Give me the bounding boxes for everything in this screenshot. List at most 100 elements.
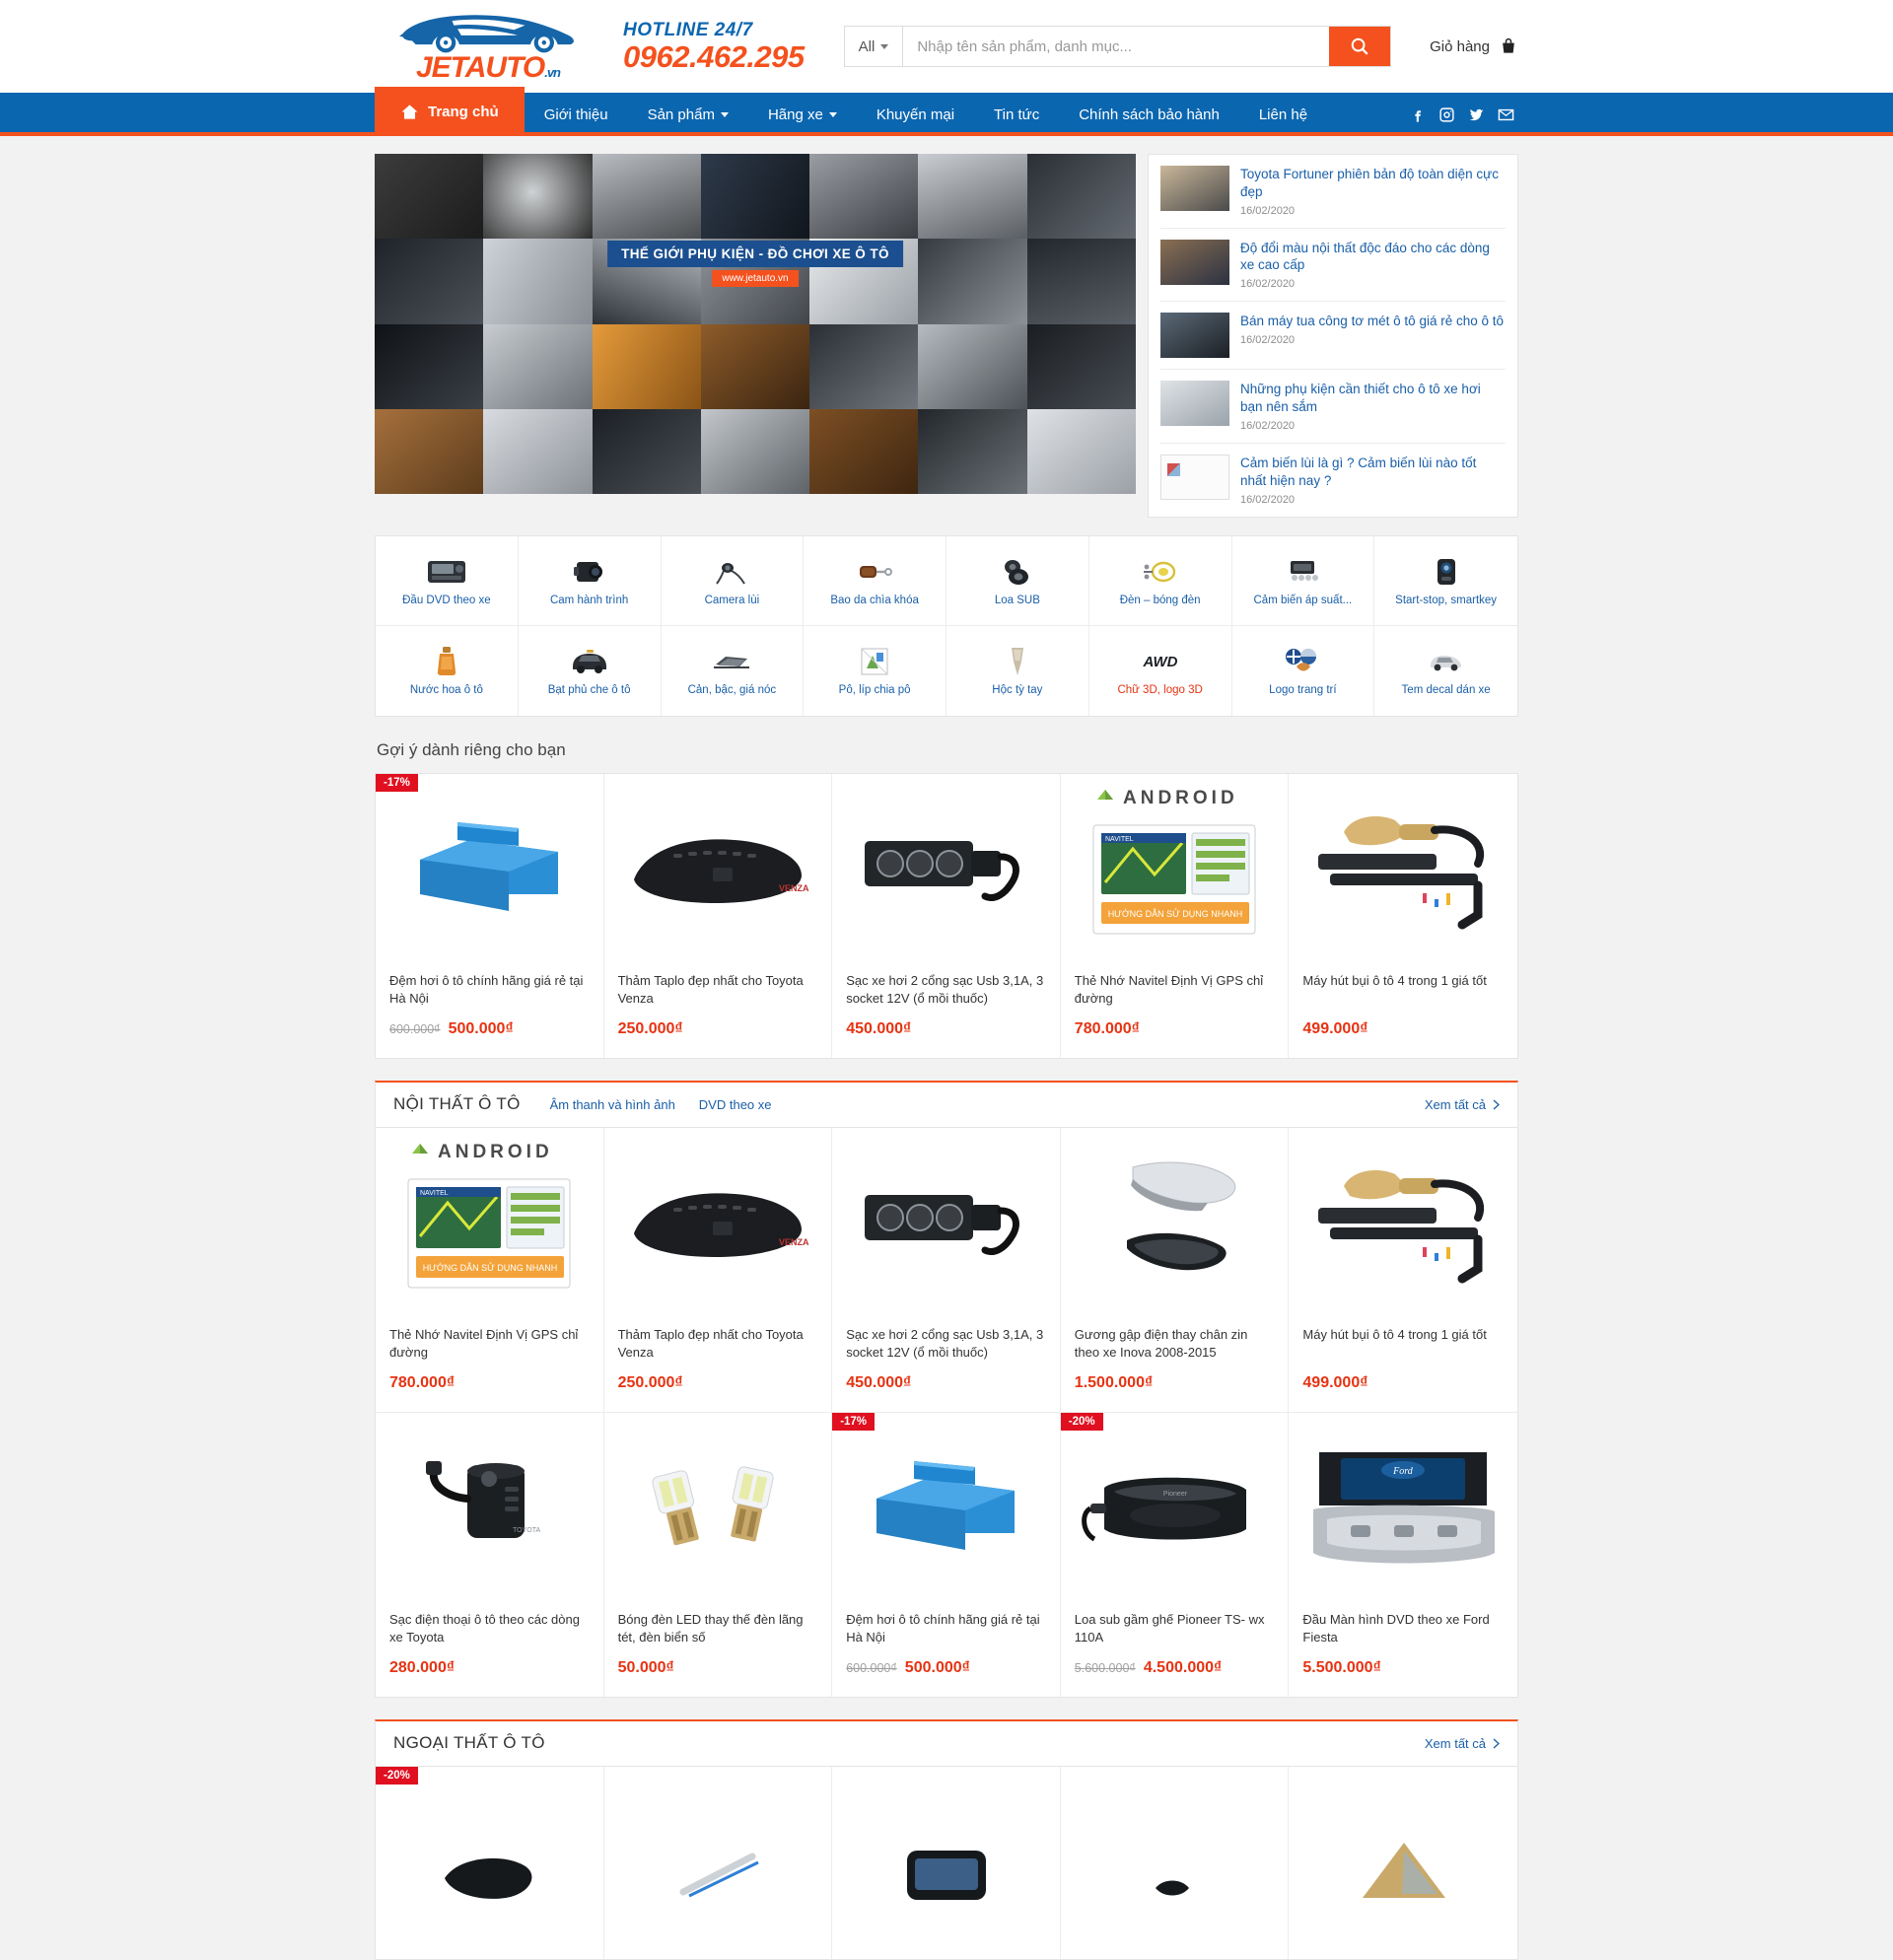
- product-image: [604, 1413, 832, 1605]
- email-icon[interactable]: [1498, 106, 1514, 123]
- product-card[interactable]: VENZA Thảm Taplo đẹp nhất cho Toyota Ven…: [604, 1127, 833, 1412]
- news-item[interactable]: Cảm biến lùi là gì ? Cảm biến lùi nào tố…: [1160, 444, 1506, 517]
- category-nuoc-hoa-o-to[interactable]: Nước hoa ô tô: [376, 625, 519, 716]
- search-scope-label: All: [858, 37, 876, 55]
- product-image: [1061, 1767, 1289, 1959]
- search-button[interactable]: [1328, 27, 1390, 66]
- category-start-stop-smartkey[interactable]: Start-stop, smartkey: [1374, 536, 1517, 626]
- product-name: Bóng đèn LED thay thế đèn lãng tét, đèn …: [617, 1611, 804, 1645]
- category-camera-lui[interactable]: Camera lùi: [661, 535, 805, 626]
- search-scope-select[interactable]: All: [844, 27, 904, 66]
- home-icon: [401, 104, 418, 119]
- category-dau-dvd-theo-xe[interactable]: Đầu DVD theo xe: [376, 535, 519, 626]
- category-chu-3d-logo-3d[interactable]: AWD Chữ 3D, logo 3D: [1089, 625, 1232, 716]
- product-old-price: 5.600.000₫: [1074, 1660, 1136, 1675]
- chevron-right-icon: [1493, 1738, 1500, 1748]
- category-label: Loa SUB: [994, 594, 1040, 606]
- news-item[interactable]: Độ đổi màu nội thất độc đáo cho các dòng…: [1160, 229, 1506, 303]
- category-cam-hanh-trinh[interactable]: Cam hành trình: [518, 535, 662, 626]
- product-name: Loa sub gầm ghế Pioneer TS- wx 110A: [1074, 1611, 1265, 1645]
- category-loa-sub[interactable]: Loa SUB: [946, 535, 1089, 626]
- hero-image-mosaic: [375, 154, 1136, 494]
- news-item[interactable]: Những phụ kiện cần thiết cho ô tô xe hơi…: [1160, 370, 1506, 444]
- gps-unit-art: [907, 1851, 987, 1900]
- product-price-row: 250.000₫: [618, 1020, 818, 1038]
- dashcam-icon: [573, 553, 606, 591]
- svg-text:NAVITEL: NAVITEL: [1105, 836, 1134, 843]
- hero-banner[interactable]: THẾ GIỚI PHỤ KIỆN - ĐỒ CHƠI XE Ô TÔ www.…: [375, 154, 1136, 494]
- category-bao-da-chia-khoa[interactable]: Bao da chìa khóa: [804, 535, 946, 626]
- product-price: 499.000₫: [1302, 1373, 1368, 1391]
- product-card[interactable]: [832, 1766, 1061, 1959]
- news-date: 16/02/2020: [1240, 419, 1296, 432]
- search-input[interactable]: [903, 27, 1329, 66]
- product-card[interactable]: VENZA Thảm Taplo đẹp nhất cho Toyota Ven…: [604, 773, 833, 1058]
- news-thumbnail: [1160, 313, 1229, 359]
- section-link[interactable]: Âm thanh và hình ảnh: [550, 1097, 675, 1112]
- category-tem-decal-dan-xe[interactable]: Tem decal dán xe: [1374, 626, 1517, 716]
- product-card[interactable]: Bóng đèn LED thay thế đèn lãng tét, đèn …: [604, 1412, 833, 1697]
- cart-button[interactable]: Giỏ hàng: [1430, 36, 1518, 56]
- logo-tld: .vn: [544, 65, 561, 80]
- category-label: Nước hoa ô tô: [409, 684, 483, 697]
- nav-item-san-pham[interactable]: Sản phẩm: [628, 93, 748, 136]
- product-price-row: 280.000₫: [389, 1659, 590, 1677]
- twitter-icon[interactable]: [1468, 106, 1485, 123]
- product-card[interactable]: -17% Đệm hơi ô tô chính hãng giá rẻ tại …: [832, 1412, 1061, 1697]
- category-logo-trang-tri[interactable]: Logo trang trí: [1232, 625, 1375, 716]
- product-card[interactable]: -17% Đệm hơi ô tô chính hãng giá rẻ tại …: [376, 773, 604, 1058]
- category-label: Hộc tỳ tay: [992, 684, 1043, 697]
- view-all-link[interactable]: Xem tất cả: [1425, 1736, 1500, 1751]
- nav-item-home[interactable]: Trang chủ: [375, 87, 525, 136]
- main-navigation: Trang chủ Giới thiệu Sản phẩm Hãng xe Kh…: [0, 87, 1893, 136]
- air-mattress-art: [876, 1461, 1016, 1550]
- product-card[interactable]: -20%: [376, 1766, 604, 1959]
- category-den-bong-den[interactable]: Đèn – bóng đèn: [1088, 535, 1232, 626]
- car-charger-art: [864, 841, 1019, 901]
- nav-item-hang-xe[interactable]: Hãng xe: [748, 93, 857, 136]
- product-price: 780.000₫: [389, 1373, 456, 1391]
- product-price: 500.000₫: [448, 1019, 514, 1037]
- news-item[interactable]: Toyota Fortuner phiên bản độ toàn diện c…: [1160, 155, 1506, 229]
- product-card[interactable]: Ford Đầu Màn hình DVD theo xe Ford Fiest…: [1289, 1413, 1517, 1697]
- instagram-icon[interactable]: [1438, 106, 1455, 123]
- category-hoc-ty-tay[interactable]: Hộc tỳ tay: [946, 625, 1089, 716]
- social-links: [1409, 93, 1518, 136]
- cart-icon: [1503, 37, 1514, 53]
- product-card[interactable]: ANDROID NAVITEL HƯỚNG DẪN SỬ DỤNG NHANH: [1061, 773, 1290, 1058]
- category-bat-phu-che-o-to[interactable]: Bạt phủ che ô tô: [519, 625, 662, 716]
- category-label: Pô, líp chia pô: [838, 684, 911, 697]
- product-card[interactable]: [1061, 1766, 1290, 1959]
- view-all-link[interactable]: Xem tất cả: [1425, 1097, 1500, 1112]
- product-card[interactable]: -20% Pioneer Loa sub gầm ghế Pioneer TS-…: [1060, 1412, 1290, 1697]
- product-card[interactable]: Sạc xe hơi 2 cổng sạc Usb 3,1A, 3 socket…: [832, 773, 1061, 1058]
- ford-dvd-art: Ford: [1312, 1452, 1495, 1564]
- nav-item-khuyen-mai[interactable]: Khuyến mại: [857, 93, 974, 136]
- nav-label: Liên hệ: [1258, 105, 1308, 123]
- category-po-lip-chia-po[interactable]: Pô, líp chia pô: [804, 625, 946, 716]
- product-price: 499.000₫: [1302, 1019, 1368, 1037]
- news-item[interactable]: Bán máy tua công tơ mét ô tô giá rẻ cho …: [1160, 302, 1506, 371]
- nav-item-lien-he[interactable]: Liên hệ: [1239, 93, 1327, 136]
- site-header: JETAUTO.vn HOTLINE 24/7 0962.462.295 All: [0, 0, 1893, 93]
- product-card[interactable]: Sạc xe hơi 2 cổng sạc Usb 3,1A, 3 socket…: [832, 1127, 1061, 1412]
- section-link[interactable]: DVD theo xe: [699, 1097, 772, 1112]
- nav-item-tin-tuc[interactable]: Tin tức: [974, 93, 1059, 136]
- product-card[interactable]: [1289, 1767, 1517, 1959]
- product-card[interactable]: ANDROID NAVITEL HƯỚNG DẪN SỬ DỤNG NHANH: [376, 1127, 604, 1412]
- product-price: 280.000₫: [389, 1658, 456, 1676]
- product-card[interactable]: Gương gập điện thay chân zin theo xe Ino…: [1061, 1127, 1290, 1412]
- product-card[interactable]: Máy hút bụi ô tô 4 trong 1 giá tốt 499.0…: [1289, 1128, 1517, 1412]
- category-can-bac-gia-noc[interactable]: Cản, bậc, giá nóc: [662, 625, 805, 716]
- nav-item-chinh-sach-bao-hanh[interactable]: Chính sách bảo hành: [1059, 93, 1239, 136]
- category-cam-bien-ap-suat[interactable]: Cảm biến áp suất...: [1231, 535, 1375, 626]
- product-card[interactable]: TOYOTA Sạc điện thoại ô tô theo các dòng…: [376, 1412, 604, 1697]
- nav-item-gioi-thieu[interactable]: Giới thiệu: [525, 93, 628, 136]
- site-logo[interactable]: JETAUTO.vn: [375, 10, 601, 83]
- product-card[interactable]: [604, 1766, 833, 1959]
- car-cover-icon: [570, 643, 609, 680]
- facebook-icon[interactable]: [1409, 106, 1426, 123]
- product-card[interactable]: Máy hút bụi ô tô 4 trong 1 giá tốt 499.0…: [1289, 774, 1517, 1058]
- awd-badge-icon: AWD: [1134, 643, 1187, 680]
- product-image: [832, 1413, 1060, 1605]
